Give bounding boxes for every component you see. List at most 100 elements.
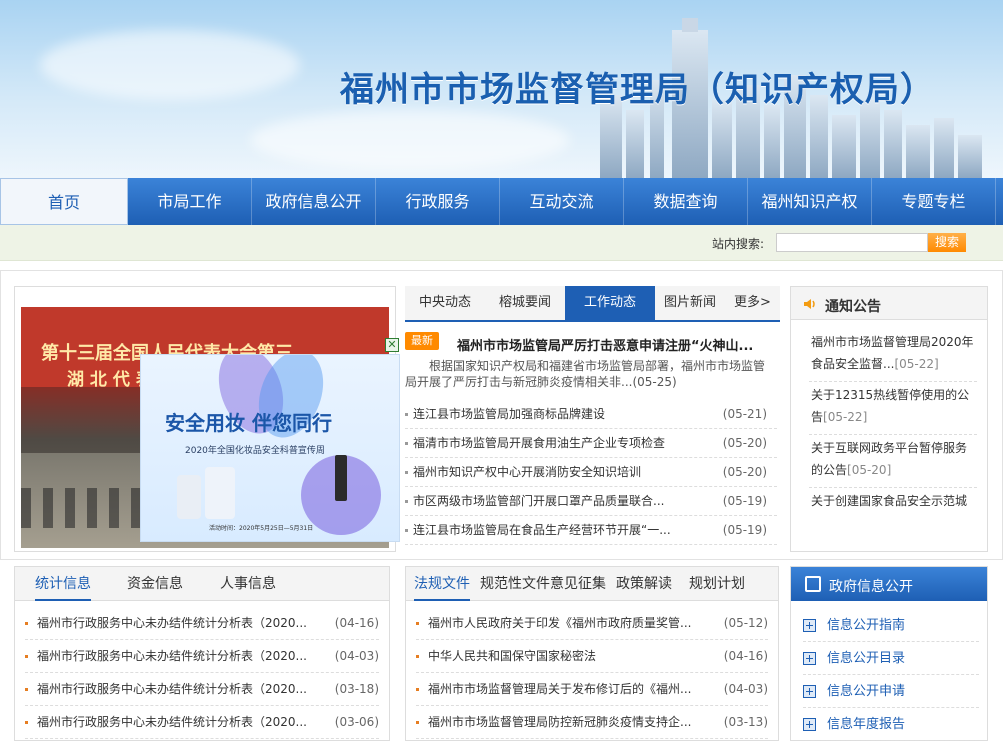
nav-bureau-work[interactable]: 市局工作: [128, 178, 252, 225]
bullet-icon: [405, 500, 408, 503]
list-item[interactable]: 福州市行政服务中心未办结件统计分析表（2020... (03-18): [25, 673, 379, 706]
list-item[interactable]: 福州市行政服务中心未办结件统计分析表（2020... (04-16): [25, 607, 379, 640]
list-item[interactable]: 福州市知识产权中心开展消防安全知识培训 (05-20): [405, 458, 777, 487]
stats-date: (04-16): [334, 616, 379, 630]
list-item[interactable]: 福州市市场监督管理局关于发布修订后的《福州... (04-03): [416, 673, 768, 706]
nav-interaction[interactable]: 互动交流: [500, 178, 624, 225]
list-item[interactable]: 中华人民共和国保守国家秘密法 (04-16): [416, 640, 768, 673]
stats-title[interactable]: 福州市行政服务中心未办结件统计分析表（2020...: [37, 673, 307, 706]
stats-title[interactable]: 福州市行政服务中心未办结件统计分析表（2020...: [37, 706, 307, 739]
news-date: (05-19): [722, 494, 767, 508]
notice-date: [05-22]: [823, 410, 868, 424]
notice-date: [05-20]: [847, 463, 892, 477]
bullet-icon: [416, 688, 419, 691]
nav-home[interactable]: 首页: [0, 178, 128, 225]
notice-text[interactable]: 福州市市场监督管理局2020年食品安全监督...: [811, 335, 974, 371]
list-item[interactable]: 福清市市场监管局开展食用油生产企业专项检查 (05-20): [405, 429, 777, 458]
notice-item[interactable]: 关于创建国家食品安全示范城: [809, 488, 977, 518]
search-bar: 站内搜索: 搜索: [0, 225, 1003, 261]
news-date: (05-20): [722, 436, 767, 450]
news-title[interactable]: 连江县市场监管局在食品生产经营环节开展“一...: [413, 516, 671, 545]
news-title[interactable]: 市区两级市场监管部门开展口罩产品质量联合...: [413, 487, 664, 516]
list-item[interactable]: 连江县市场监管局加强商标品牌建设 (05-21): [405, 400, 777, 429]
bullet-icon: [25, 655, 28, 658]
notice-item[interactable]: 关于互联网政务平台暂停服务的公告[05-20]: [809, 435, 977, 488]
stats-panel: 统计信息 资金信息 人事信息 福州市行政服务中心未办结件统计分析表（2020..…: [14, 566, 390, 741]
floating-ad[interactable]: 安全用妆 伴您同行 2020年全国化妆品安全科普宣传周 活动时间：2020年5月…: [140, 354, 400, 542]
list-item[interactable]: 福州市行政服务中心未办结件统计分析表（2020... (03-06): [25, 706, 379, 739]
news-date: (05-21): [722, 407, 767, 421]
laws-title[interactable]: 福州市市场监督管理局防控新冠肺炎疫情支持企...: [428, 706, 691, 739]
laws-date: (04-03): [723, 682, 768, 696]
nav-gov-info[interactable]: 政府信息公开: [252, 178, 376, 225]
list-item[interactable]: 福州市人民政府关于印发《福州市政府质量奖管... (05-12): [416, 607, 768, 640]
notice-item[interactable]: 福州市市场监督管理局2020年食品安全监督...[05-22]: [809, 329, 977, 382]
tab-statistics[interactable]: 统计信息: [35, 567, 91, 601]
laws-title[interactable]: 福州市市场监督管理局关于发布修订后的《福州...: [428, 673, 691, 706]
laws-title[interactable]: 中华人民共和国保守国家秘密法: [428, 640, 596, 673]
ad-title: 安全用妆 伴您同行: [165, 411, 332, 435]
nav-admin-service[interactable]: 行政服务: [376, 178, 500, 225]
gov-info-title: 政府信息公开: [829, 579, 913, 595]
close-icon[interactable]: ✕: [385, 338, 399, 352]
news-title[interactable]: 连江县市场监管局加强商标品牌建设: [413, 400, 605, 429]
ad-date: 活动时间：2020年5月25日—5月31日: [209, 525, 314, 532]
tab-work-news[interactable]: 工作动态: [565, 286, 655, 320]
headline-title[interactable]: 福州市市场监管局严厉打击恶意申请注册“火神山...: [457, 335, 753, 354]
notice-text[interactable]: 关于创建国家食品安全示范城: [811, 494, 967, 508]
news-date: (05-19): [722, 523, 767, 537]
plus-icon: [803, 619, 816, 632]
stats-date: (03-06): [334, 715, 379, 729]
list-item[interactable]: 市区两级市场监管部门开展口罩产品质量联合... (05-19): [405, 487, 777, 516]
search-input[interactable]: [776, 233, 928, 252]
tab-central-news[interactable]: 中央动态: [405, 286, 485, 320]
bullet-icon: [416, 721, 419, 724]
bullet-icon: [405, 529, 408, 532]
cloud-decor: [250, 110, 570, 170]
gov-info-panel: 政府信息公开 信息公开指南 信息公开目录 信息公开申请 信息年度报告: [790, 566, 988, 741]
bullet-icon: [416, 622, 419, 625]
tab-funds[interactable]: 资金信息: [127, 567, 183, 601]
more-link[interactable]: 更多>: [725, 286, 780, 320]
news-title[interactable]: 福清市市场监管局开展食用油生产企业专项检查: [413, 429, 665, 458]
stats-date: (03-18): [334, 682, 379, 696]
gov-info-request-link[interactable]: 信息公开申请: [803, 675, 979, 708]
stats-title[interactable]: 福州市行政服务中心未办结件统计分析表（2020...: [37, 640, 307, 673]
gov-info-report-link[interactable]: 信息年度报告: [803, 708, 979, 741]
notice-item[interactable]: 关于12315热线暂停使用的公告[05-22]: [809, 382, 977, 435]
tab-plans[interactable]: 规划计划: [689, 567, 745, 601]
stats-title[interactable]: 福州市行政服务中心未办结件统计分析表（2020...: [37, 607, 307, 640]
gov-item-label[interactable]: 信息公开目录: [827, 642, 905, 675]
laws-title[interactable]: 福州市人民政府关于印发《福州市政府质量奖管...: [428, 607, 691, 640]
tab-personnel[interactable]: 人事信息: [220, 567, 276, 601]
bullet-icon: [405, 413, 408, 416]
gov-item-label[interactable]: 信息公开指南: [827, 609, 905, 642]
news-title[interactable]: 福州市知识产权中心开展消防安全知识培训: [413, 458, 641, 487]
bullet-icon: [416, 655, 419, 658]
main-nav: 首页 市局工作 政府信息公开 行政服务 互动交流 数据查询 福州知识产权 专题专…: [0, 178, 1003, 225]
plus-icon: [803, 685, 816, 698]
site-banner: 福州市市场监督管理局（知识产权局）: [0, 0, 1003, 178]
laws-date: (03-13): [723, 715, 768, 729]
tab-policy-interpretation[interactable]: 政策解读: [616, 567, 672, 601]
search-button[interactable]: 搜索: [928, 233, 966, 252]
tab-normative-docs[interactable]: 规范性文件意见征集: [480, 567, 606, 601]
list-item[interactable]: 福州市市场监督管理局防控新冠肺炎疫情支持企... (03-13): [416, 706, 768, 739]
list-item[interactable]: 福州市行政服务中心未办结件统计分析表（2020... (04-03): [25, 640, 379, 673]
list-item[interactable]: 连江县市场监管局在食品生产经营环节开展“一... (05-19): [405, 516, 777, 545]
gov-info-guide-link[interactable]: 信息公开指南: [803, 609, 979, 642]
tab-city-news[interactable]: 榕城要闻: [485, 286, 565, 320]
tab-photo-news[interactable]: 图片新闻: [655, 286, 725, 320]
bullet-icon: [25, 721, 28, 724]
notice-title: 通知公告: [825, 299, 881, 315]
gov-item-label[interactable]: 信息年度报告: [827, 708, 905, 741]
gov-item-label[interactable]: 信息公开申请: [827, 675, 905, 708]
nav-data-query[interactable]: 数据查询: [624, 178, 748, 225]
tab-regulations[interactable]: 法规文件: [414, 567, 470, 601]
nav-special[interactable]: 专题专栏: [872, 178, 996, 225]
laws-panel: 法规文件 规范性文件意见征集 政策解读 规划计划 福州市人民政府关于印发《福州市…: [405, 566, 779, 741]
notice-list: 福州市市场监督管理局2020年食品安全监督...[05-22] 关于12315热…: [809, 329, 977, 518]
gov-info-catalog-link[interactable]: 信息公开目录: [803, 642, 979, 675]
nav-ip[interactable]: 福州知识产权: [748, 178, 872, 225]
ad-lipstick: [335, 455, 347, 501]
